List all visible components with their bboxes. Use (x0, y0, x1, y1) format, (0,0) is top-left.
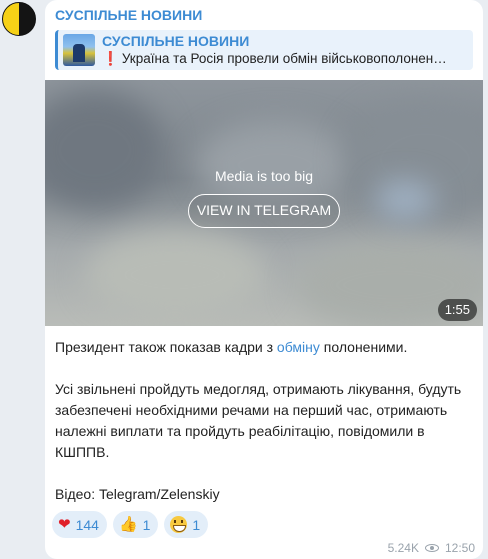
message-text: Президент також показав кадри з обміну п… (55, 337, 475, 526)
reply-text: ❗ Україна та Росія провели обмін військов… (102, 51, 470, 67)
text-segment: полоненими. (319, 339, 408, 355)
reactions-bar: ❤ 144 👍 1 1 (52, 511, 209, 538)
view-in-telegram-button[interactable]: VIEW IN TELEGRAM (188, 194, 340, 228)
reaction-count: 144 (75, 516, 99, 533)
message-meta: 5.24K 12:50 (388, 541, 475, 555)
reaction-heart[interactable]: ❤ 144 (52, 511, 107, 538)
message-time: 12:50 (444, 541, 475, 555)
grinning-face-icon (170, 516, 188, 533)
red-heart-icon: ❤ (58, 515, 71, 533)
video-media[interactable]: Media is too big VIEW IN TELEGRAM 1:55 (45, 80, 483, 326)
channel-avatar[interactable] (2, 2, 36, 36)
message-bubble: СУСПІЛЬНЕ НОВИНИ СУСПІЛЬНЕ НОВИНИ ❗ Украї… (45, 0, 483, 559)
reaction-grin[interactable]: 1 (164, 511, 209, 538)
channel-name[interactable]: СУСПІЛЬНЕ НОВИНИ (55, 7, 202, 23)
video-credit: Відео: Telegram/Zelenskiy (55, 486, 220, 502)
view-count: 5.24K (387, 541, 419, 555)
exchange-link[interactable]: обміну (277, 339, 320, 355)
reply-thumbnail (63, 34, 95, 66)
reply-title: СУСПІЛЬНЕ НОВИНИ (102, 33, 250, 49)
exclamation-icon: ❗ (102, 51, 119, 66)
text-segment: Президент також показав кадри з (55, 339, 277, 355)
reaction-count: 1 (192, 516, 201, 533)
reply-preview[interactable]: СУСПІЛЬНЕ НОВИНИ ❗ Україна та Росія прове… (55, 30, 473, 70)
media-too-big-message: Media is too big (214, 168, 314, 184)
reaction-thumbs-up[interactable]: 👍 1 (112, 511, 159, 538)
message-paragraph: Президент також показав кадри з обміну п… (55, 337, 475, 358)
video-duration: 1:55 (437, 299, 477, 321)
eye-icon (424, 543, 439, 553)
message-paragraph: Усі звільнені пройдуть медогляд, отримаю… (55, 381, 462, 460)
reply-text-body: Україна та Росія провели обмін військово… (121, 51, 447, 66)
thumbs-up-icon: 👍 (118, 515, 138, 533)
reaction-count: 1 (142, 516, 151, 533)
